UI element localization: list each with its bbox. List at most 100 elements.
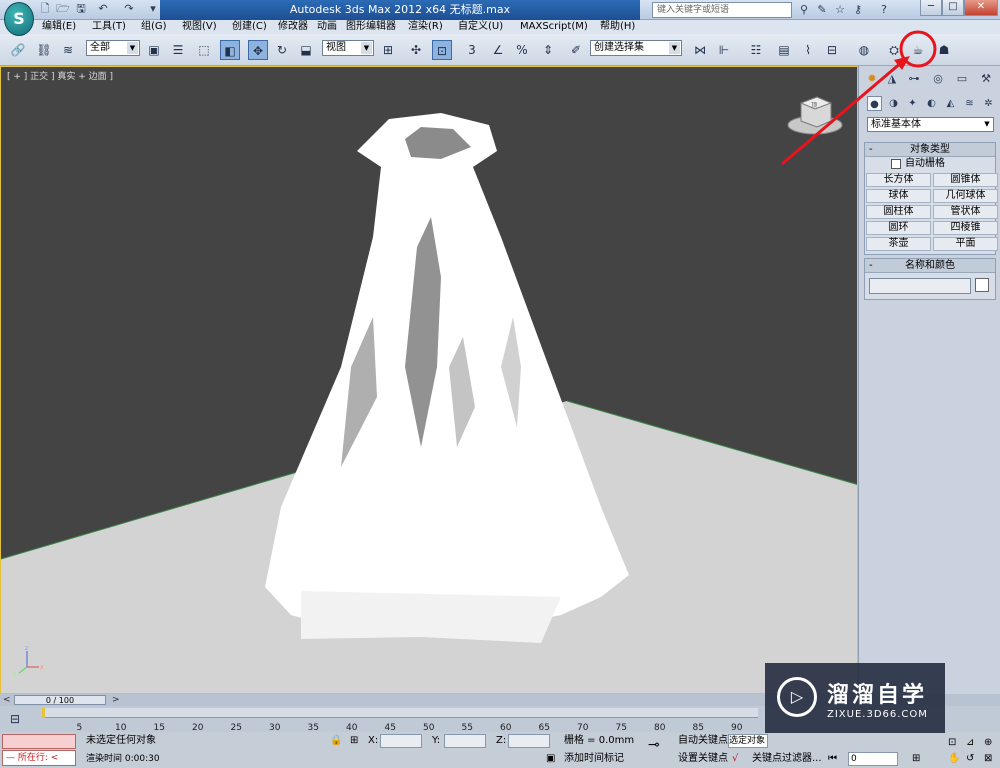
unlink-icon[interactable]: ⛓ bbox=[34, 40, 54, 60]
percent-snap-icon[interactable]: % bbox=[512, 40, 532, 60]
key-filters-button[interactable]: 关键点过滤器... bbox=[752, 752, 822, 766]
key-icon[interactable]: ⚷ bbox=[850, 2, 866, 18]
geosphere-button[interactable]: 几何球体 bbox=[933, 189, 998, 203]
helpers-icon[interactable]: ◭ bbox=[943, 96, 958, 111]
material-editor-icon[interactable]: ◍ bbox=[854, 40, 874, 60]
mirror-icon[interactable]: ⋈ bbox=[690, 40, 710, 60]
z-coord-field[interactable] bbox=[508, 734, 550, 748]
track-bar-ruler[interactable] bbox=[42, 708, 758, 718]
systems-icon[interactable]: ✲ bbox=[981, 96, 996, 111]
primitive-category-dropdown[interactable]: 标准基本体 ▼ bbox=[867, 117, 994, 132]
select-manipulate-icon[interactable]: ✣ bbox=[406, 40, 426, 60]
zoom-icon[interactable]: ⊕ bbox=[984, 736, 992, 750]
create-tab-icon[interactable]: ✹ bbox=[863, 70, 881, 88]
snap-toggle-icon[interactable]: 3 bbox=[462, 40, 482, 60]
render-frame-window-icon[interactable]: ☕ bbox=[908, 40, 928, 60]
shapes-icon[interactable]: ◑ bbox=[886, 96, 901, 111]
help-search-input[interactable]: 键入关键字或短语 bbox=[652, 2, 792, 18]
curve-editor-icon[interactable]: ⌇ bbox=[798, 40, 818, 60]
utilities-tab-icon[interactable]: ⚒ bbox=[977, 70, 995, 88]
menu-customize[interactable]: 自定义(U) bbox=[458, 20, 503, 34]
teapot-button[interactable]: 茶壶 bbox=[866, 237, 931, 251]
field-of-view-icon[interactable]: ⊿ bbox=[966, 736, 974, 750]
save-file-icon[interactable]: 🖫 bbox=[74, 2, 88, 16]
time-prev-icon[interactable]: < bbox=[3, 694, 11, 706]
new-file-icon[interactable]: 🗋 bbox=[38, 2, 52, 16]
maxscript-listener-mini[interactable] bbox=[2, 734, 76, 749]
selection-filter-dropdown[interactable]: 全部 ▼ bbox=[86, 40, 140, 56]
menu-views[interactable]: 视图(V) bbox=[182, 20, 217, 34]
menu-rendering[interactable]: 渲染(R) bbox=[408, 20, 443, 34]
binoculars-icon[interactable]: ⚲ bbox=[796, 2, 812, 18]
quick-access-dropdown-icon[interactable]: ▾ bbox=[146, 2, 160, 16]
spinner-snap-icon[interactable]: ⇕ bbox=[538, 40, 558, 60]
box-button[interactable]: 长方体 bbox=[866, 173, 931, 187]
orbit-icon[interactable]: ↺ bbox=[966, 752, 974, 766]
open-file-icon[interactable]: 🗁 bbox=[56, 2, 70, 16]
window-crossing-icon[interactable]: ◧ bbox=[220, 40, 240, 60]
pan-view-icon[interactable]: ✋ bbox=[948, 752, 960, 766]
named-selection-dropdown[interactable]: 创建选择集 ▼ bbox=[590, 40, 682, 56]
help-icon[interactable]: ? bbox=[876, 2, 892, 18]
wireframe-vase[interactable] bbox=[265, 113, 629, 643]
object-type-header[interactable]: - 对象类型 bbox=[865, 143, 995, 157]
geometry-icon[interactable]: ● bbox=[867, 96, 882, 111]
display-tab-icon[interactable]: ▭ bbox=[953, 70, 971, 88]
select-by-name-icon[interactable]: ☰ bbox=[168, 40, 188, 60]
menu-group[interactable]: 组(G) bbox=[141, 20, 167, 34]
maximize-button[interactable]: □ bbox=[942, 0, 964, 16]
minimize-button[interactable]: ─ bbox=[920, 0, 942, 16]
pyramid-button[interactable]: 四棱锥 bbox=[933, 221, 998, 235]
autogrid-checkbox[interactable]: 自动栅格 bbox=[865, 157, 995, 171]
schematic-view-icon[interactable]: ⊟ bbox=[822, 40, 842, 60]
tools-icon[interactable]: ✎ bbox=[814, 2, 830, 18]
reference-coordinate-dropdown[interactable]: 视图 ▼ bbox=[322, 40, 374, 56]
angle-snap-icon[interactable]: ∠ bbox=[488, 40, 508, 60]
select-object-icon[interactable]: ▣ bbox=[144, 40, 164, 60]
y-coord-field[interactable] bbox=[444, 734, 486, 748]
select-move-icon[interactable]: ✥ bbox=[248, 40, 268, 60]
time-slider[interactable]: 0 / 100 bbox=[14, 695, 106, 705]
object-color-swatch[interactable] bbox=[975, 278, 989, 292]
edit-named-selection-icon[interactable]: ✐ bbox=[566, 40, 586, 60]
plane-button[interactable]: 平面 bbox=[933, 237, 998, 251]
graphite-tools-icon[interactable]: ▤ bbox=[774, 40, 794, 60]
auto-key-selected-dropdown[interactable]: 选定对象 bbox=[728, 734, 768, 748]
select-scale-icon[interactable]: ⬓ bbox=[296, 40, 316, 60]
star-icon[interactable]: ☆ bbox=[832, 2, 848, 18]
time-next-icon[interactable]: > bbox=[112, 694, 120, 706]
layer-manager-icon[interactable]: ☷ bbox=[746, 40, 766, 60]
set-key-button[interactable]: 设置关键点 bbox=[678, 752, 728, 766]
mini-curve-editor-icon[interactable]: ⊟ bbox=[4, 709, 26, 729]
set-key-icon[interactable]: ⊸ bbox=[648, 738, 660, 752]
redo-icon[interactable]: ↷ bbox=[122, 2, 136, 16]
menu-create[interactable]: 创建(C) bbox=[232, 20, 267, 34]
menu-tools[interactable]: 工具(T) bbox=[92, 20, 126, 34]
menu-graph-editors[interactable]: 图形编辑器 bbox=[346, 20, 396, 34]
key-filters-icon[interactable]: √ bbox=[732, 752, 738, 766]
pivot-center-icon[interactable]: ⊞ bbox=[378, 40, 398, 60]
maxscript-line-field[interactable]: — 所在行: < bbox=[2, 750, 76, 766]
time-config-icon[interactable]: ⊞ bbox=[912, 752, 920, 766]
torus-button[interactable]: 圆环 bbox=[866, 221, 931, 235]
cameras-icon[interactable]: ◐ bbox=[924, 96, 939, 111]
sphere-button[interactable]: 球体 bbox=[866, 189, 931, 203]
app-logo-button[interactable]: S bbox=[4, 2, 34, 36]
viewport-label[interactable]: [ + ] 正交 ] 真实 + 边面 ] bbox=[7, 69, 113, 82]
menu-help[interactable]: 帮助(H) bbox=[600, 20, 635, 34]
name-and-color-header[interactable]: - 名称和颜色 bbox=[865, 259, 995, 273]
auto-key-button[interactable]: 自动关键点 bbox=[678, 734, 728, 748]
object-name-field[interactable] bbox=[869, 278, 971, 294]
motion-tab-icon[interactable]: ◎ bbox=[929, 70, 947, 88]
current-frame-field[interactable]: 0 bbox=[848, 752, 898, 766]
undo-icon[interactable]: ↶ bbox=[96, 2, 110, 16]
add-time-tag-button[interactable]: 添加时间标记 bbox=[564, 752, 624, 766]
bind-space-warp-icon[interactable]: ≋ bbox=[58, 40, 78, 60]
hierarchy-tab-icon[interactable]: ⊶ bbox=[905, 70, 923, 88]
maximize-viewport-icon[interactable]: ⊠ bbox=[984, 752, 992, 766]
align-icon[interactable]: ⊩ bbox=[714, 40, 734, 60]
keyboard-shortcut-icon[interactable]: ⊡ bbox=[432, 40, 452, 60]
perspective-viewport[interactable]: [ + ] 正交 ] 真实 + 边面 ] 顶 z x y bbox=[0, 66, 858, 694]
rectangular-region-icon[interactable]: ⬚ bbox=[194, 40, 214, 60]
cone-button[interactable]: 圆锥体 bbox=[933, 173, 998, 187]
